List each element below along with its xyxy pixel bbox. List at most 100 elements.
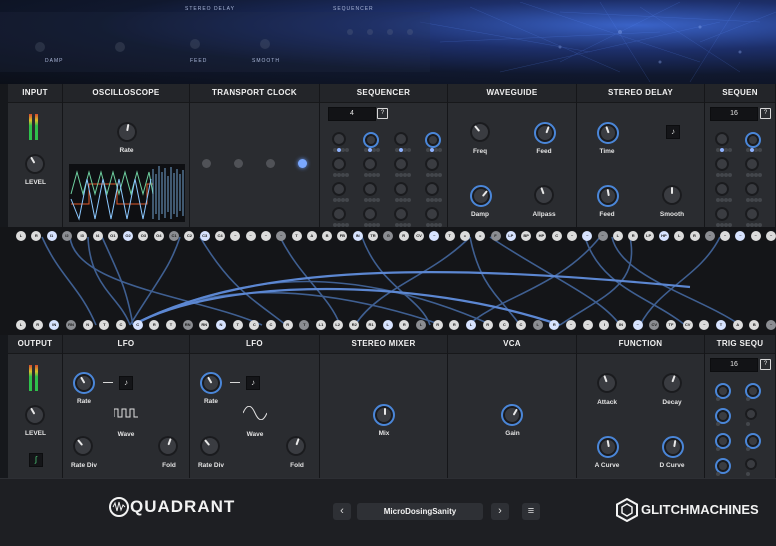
sequencer-step-knob[interactable] [715,157,729,171]
patch-jack[interactable]: R [432,320,443,330]
patch-jack[interactable]: IN [616,320,626,330]
waveguide-allpass-knob[interactable] [534,185,554,205]
sequencer-step-knob[interactable] [425,182,439,196]
patch-jack[interactable]: O4 [153,231,164,241]
sequencer-step-knob[interactable] [745,207,759,221]
delay-sync-icon[interactable]: ♪ [666,125,680,139]
patch-jack[interactable]: T [291,231,302,241]
preset-prev-button[interactable]: ‹ [333,503,351,520]
sequencer-step-knob[interactable] [332,157,346,171]
sequencer-step-knob[interactable] [363,157,377,171]
patch-jack[interactable]: C [116,320,126,330]
patch-jack[interactable]: L [382,320,393,330]
mixer-mix-knob[interactable] [373,404,395,426]
patch-jack[interactable]: ~ [582,320,593,330]
input-level-knob[interactable] [25,154,45,174]
patch-jack[interactable]: N [82,320,93,330]
patch-jack[interactable]: ~ [766,231,776,241]
patch-jack[interactable]: T [232,320,243,330]
lfo1-ratediv-knob[interactable] [73,436,93,456]
patch-jack[interactable]: LP [643,231,654,241]
patch-jack[interactable]: ~ [566,320,576,330]
patch-jack[interactable]: C3 [199,231,210,241]
sequencer-step-knob[interactable] [715,207,729,221]
patch-jack[interactable]: ~ [766,320,776,330]
patch-jack[interactable]: L [466,320,476,330]
patch-jack[interactable]: R1 [366,320,376,330]
patch-jack[interactable]: ~ [597,231,608,241]
patch-jack[interactable]: ~ [260,231,271,241]
sequencer-step-knob[interactable] [425,207,439,221]
patch-jack[interactable]: TR [368,231,378,241]
patch-jack[interactable]: I2 [61,231,72,241]
patch-jack[interactable]: = [459,231,470,241]
waveguide-damp-knob[interactable] [470,185,492,207]
lfo1-sync-icon[interactable]: ♪ [119,376,133,390]
patch-jack[interactable]: ~ [567,231,577,241]
patch-jack[interactable]: ~ [750,231,761,241]
patch-jack[interactable]: R [282,320,293,330]
patch-jack[interactable]: CV [682,320,693,330]
patch-jack[interactable]: ~ [704,231,715,241]
sequencer-2-random-button[interactable]: ? [760,108,771,119]
patch-jack[interactable]: L [16,231,26,241]
sequencer-step-knob[interactable] [363,182,377,196]
patch-jack[interactable]: I4 [92,231,103,241]
output-level-knob[interactable] [25,405,45,425]
patch-jack[interactable]: HP [658,231,669,241]
patch-jack[interactable]: T [716,320,726,330]
patch-jack[interactable]: T [166,320,176,330]
sequencer-step-knob[interactable] [715,132,729,146]
patch-jack[interactable]: C [266,320,276,330]
patch-jack[interactable]: LP [505,231,516,241]
trig-seq-steps-field[interactable]: 16 [710,358,758,372]
sequencer-step-knob[interactable] [715,182,729,196]
waveguide-freq-knob[interactable] [470,122,490,142]
function-decay-knob[interactable] [662,373,682,393]
patch-jack[interactable]: L [16,320,26,330]
patch-jack[interactable]: TF [666,320,676,330]
patch-jack[interactable]: R [32,320,43,330]
patch-jack[interactable]: ~ [632,320,643,330]
lfo2-fold-knob[interactable] [286,436,306,456]
sequencer-step-knob[interactable] [363,132,379,148]
sequencer-step-knob[interactable] [745,182,759,196]
lfo1-fold-knob[interactable] [158,436,178,456]
sequencer-steps-field[interactable]: 4 [328,107,376,121]
function-attack-knob[interactable] [597,373,617,393]
patch-jack[interactable]: RN [66,320,76,330]
function-dcurve-knob[interactable] [662,436,684,458]
patch-jack[interactable]: L [532,320,543,330]
sequencer-step-knob[interactable] [425,132,441,148]
sequencer-step-knob[interactable] [332,207,346,221]
patch-jack[interactable]: C [551,231,562,241]
waveguide-feed-knob[interactable] [534,122,556,144]
lfo1-rate-knob[interactable] [73,372,95,394]
patch-jack[interactable]: R [398,231,409,241]
sequencer-random-button[interactable]: ? [377,108,388,119]
patch-jack[interactable]: C [516,320,526,330]
patch-jack[interactable]: RN [182,320,193,330]
sequencer-step-knob[interactable] [363,207,377,221]
lfo2-sync-icon[interactable]: ♪ [246,376,260,390]
patch-jack[interactable]: C4 [215,231,225,241]
sequencer-step-knob[interactable] [394,157,408,171]
patch-jack[interactable]: IN [352,231,363,241]
sequencer-step-knob[interactable] [332,182,346,196]
patch-jack[interactable]: L2 [332,320,343,330]
patch-jack[interactable]: I1 [46,231,57,241]
lfo2-ratediv-knob[interactable] [200,436,220,456]
patch-jack[interactable]: ~ [245,231,256,241]
vca-gain-knob[interactable] [501,404,523,426]
sequencer-step-knob[interactable] [394,207,408,221]
sequencer-2-steps-field[interactable]: 16 [710,107,758,121]
sequencer-step-knob[interactable] [745,157,759,171]
patch-jack[interactable]: R [689,231,700,241]
trig-seq-random-button[interactable]: ? [760,359,771,370]
patch-jack[interactable]: CV [414,231,424,241]
patch-jack[interactable]: L [416,320,426,330]
patch-jack[interactable]: A [732,320,743,330]
patch-jack[interactable]: C [132,320,143,330]
patch-jack[interactable]: L [612,231,623,241]
preset-menu-button[interactable]: ≡ [522,503,540,520]
